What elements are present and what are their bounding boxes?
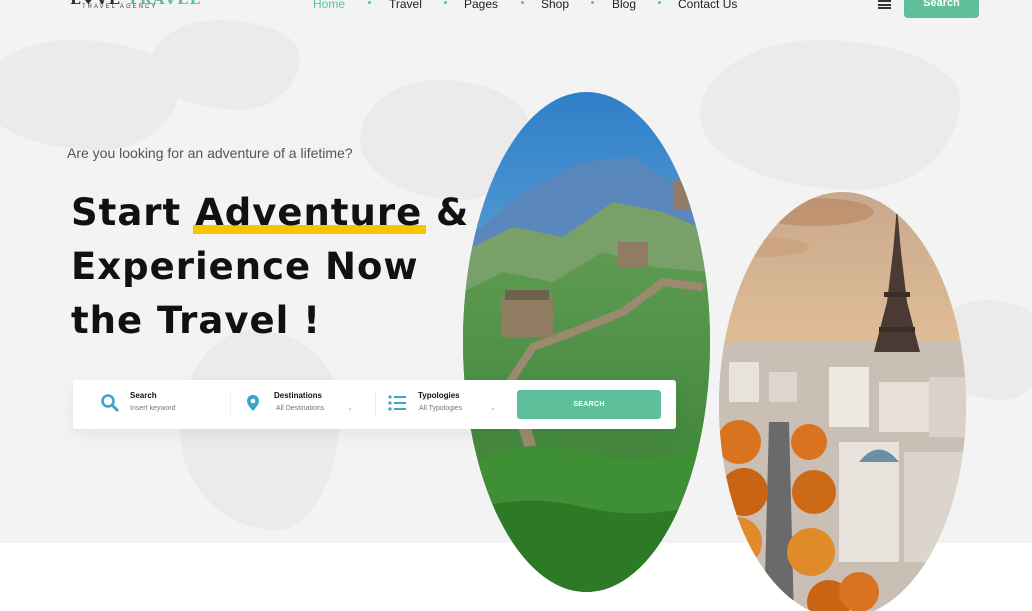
header-search-button[interactable]: Search: [904, 0, 979, 18]
nav-item-pages[interactable]: Pages: [464, 0, 498, 11]
destinations-select[interactable]: Destinations All Destinations ⌄: [233, 380, 373, 429]
paris-eiffel-tower-image: [719, 192, 966, 611]
headline-line-1: Start Adventure &: [71, 186, 471, 240]
world-map-shape: [180, 330, 340, 530]
logo[interactable]: L♥VE TRAVEL TRAVEL AGENCY: [70, 0, 200, 18]
nav-separator-dot: [521, 1, 524, 4]
map-pin-icon: [247, 395, 259, 411]
headline-ampersand: &: [422, 191, 470, 234]
typologies-label: Typologies: [418, 391, 460, 400]
great-wall-image: [463, 92, 710, 592]
nav-separator-dot: [591, 1, 594, 4]
typologies-select[interactable]: Typologies All Typologies ⌄: [378, 380, 508, 429]
field-divider: [230, 392, 231, 417]
nav-item-travel[interactable]: Travel: [389, 0, 422, 11]
keyword-input[interactable]: Insert keyword: [130, 405, 176, 412]
hamburger-icon[interactable]: [878, 0, 891, 9]
search-icon: [101, 394, 119, 412]
nav-item-blog[interactable]: Blog: [612, 0, 636, 11]
headline-line-2: Experience Now: [71, 245, 419, 288]
nav-separator-dot: [444, 1, 447, 4]
headline-start: Start: [71, 191, 196, 234]
keyword-field[interactable]: Search Insert keyword: [73, 380, 228, 429]
nav-item-home[interactable]: Home: [313, 0, 345, 11]
headline-highlight-text: Adventure: [195, 191, 423, 234]
headline-highlight: Adventure: [193, 186, 427, 240]
world-map-shape: [700, 40, 960, 190]
field-divider: [375, 392, 376, 417]
hero-headline: Start Adventure & Experience Now the Tra…: [71, 186, 471, 348]
search-submit-button[interactable]: SEARCH: [517, 390, 661, 419]
nav-separator-dot: [658, 1, 661, 4]
list-icon: [388, 395, 406, 411]
keyword-label: Search: [130, 391, 157, 400]
trip-search-bar: Search Insert keyword Destinations All D…: [73, 380, 676, 429]
nav-item-shop[interactable]: Shop: [541, 0, 569, 11]
headline-line-3: the Travel !: [71, 299, 322, 342]
site-header: L♥VE TRAVEL TRAVEL AGENCY Home Travel Pa…: [0, 0, 1032, 20]
destinations-label: Destinations: [274, 391, 323, 400]
destinations-value: All Destinations: [276, 405, 325, 412]
hero-tagline: Are you looking for an adventure of a li…: [67, 145, 353, 161]
nav-separator-dot: [368, 1, 371, 4]
logo-subtitle: TRAVEL AGENCY: [82, 4, 158, 10]
nav-item-contact-us[interactable]: Contact Us: [678, 0, 737, 11]
chevron-down-icon: ⌄: [347, 404, 353, 412]
typologies-value: All Typologies: [419, 405, 463, 412]
chevron-down-icon: ⌄: [490, 404, 496, 412]
